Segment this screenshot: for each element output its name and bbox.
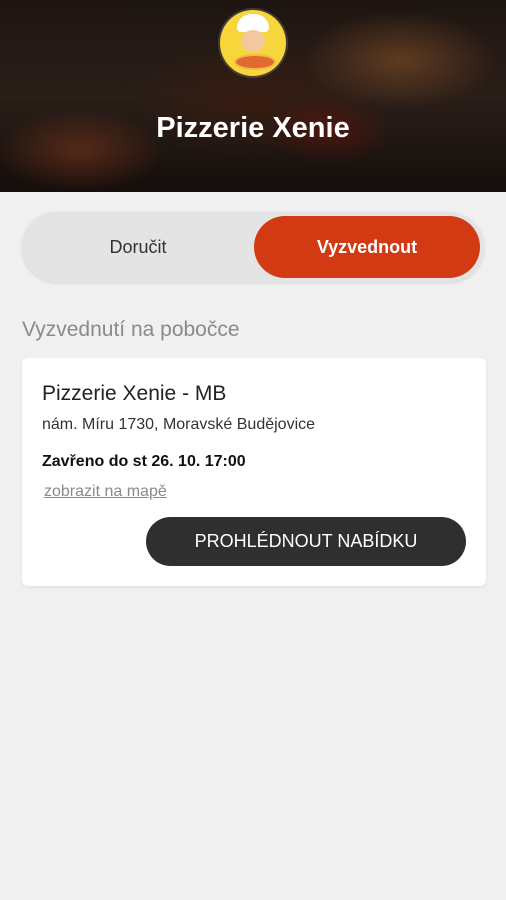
branch-card: Pizzerie Xenie - MB nám. Míru 1730, Mora… xyxy=(22,358,486,586)
delivery-option-button[interactable]: Doručit xyxy=(26,216,250,278)
show-on-map-link[interactable]: zobrazit na mapě xyxy=(44,483,167,501)
restaurant-title: Pizzerie Xenie xyxy=(156,112,350,144)
chef-logo-icon xyxy=(220,10,286,76)
pickup-section-label: Vyzvednutí na pobočce xyxy=(22,318,240,341)
branch-address: nám. Míru 1730, Moravské Budějovice xyxy=(42,416,316,433)
branch-name: Pizzerie Xenie - MB xyxy=(42,382,227,405)
order-mode-toggle: Doručit Vyzvednout xyxy=(22,212,484,282)
view-menu-button[interactable]: PROHLÉDNOUT NABÍDKU xyxy=(146,517,466,566)
pickup-option-button[interactable]: Vyzvednout xyxy=(254,216,480,278)
header-banner: Pizzerie Xenie xyxy=(0,0,506,192)
branch-opening-status: Zavřeno do st 26. 10. 17:00 xyxy=(42,453,246,470)
